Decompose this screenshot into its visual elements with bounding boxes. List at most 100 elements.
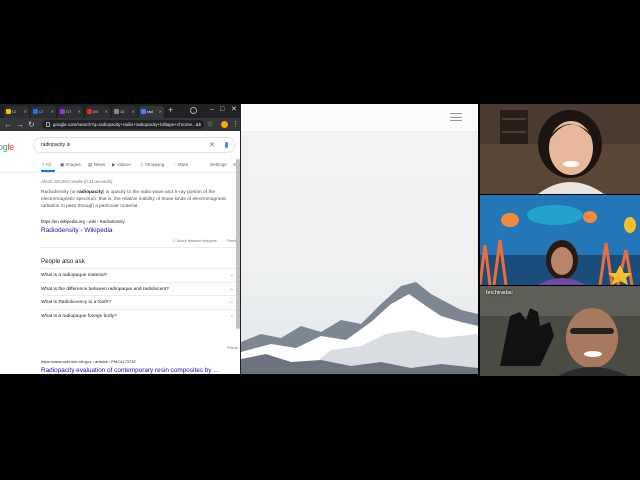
tab-favicon-icon: [114, 109, 119, 114]
search-query: radiopacity is: [41, 142, 71, 148]
close-tab-icon[interactable]: ✕: [105, 106, 108, 118]
extension-icon[interactable]: [221, 121, 228, 128]
google-logo[interactable]: ogle: [0, 142, 14, 152]
tab-label: Cl: [39, 109, 43, 114]
tab-images[interactable]: ▣ Images: [60, 162, 81, 168]
browser-tab[interactable]: (M ✕: [85, 106, 110, 118]
tab-label: rad: [147, 109, 153, 114]
tab-settings[interactable]: Settings: [210, 162, 227, 167]
close-tab-icon[interactable]: ✕: [51, 106, 54, 118]
divider: [0, 172, 240, 173]
tab-label: 10: [120, 109, 125, 114]
tab-news[interactable]: ▤ News: [88, 162, 105, 168]
close-window-icon[interactable]: ✕: [231, 104, 237, 116]
tab-label: GT: [66, 109, 72, 114]
tab-label: Videos: [116, 162, 131, 167]
close-tab-icon[interactable]: ✕: [78, 106, 81, 118]
result-title-link[interactable]: Radiodensity - Wikipedia: [41, 227, 113, 234]
address-bar[interactable]: google.com/search?q=radiopacity+radio+ra…: [42, 120, 204, 129]
participant-name: bnchiradac: [486, 290, 513, 296]
question-text: What is the difference between radiopaqu…: [41, 287, 169, 292]
browser-tab[interactable]: 10 ✕: [112, 106, 137, 118]
paa-question[interactable]: What is a radiopaque foreign body? ⌄: [41, 309, 237, 322]
result-cite: https://www.ncbi.nlm.nih.gov › articles …: [41, 359, 136, 364]
browser-tab[interactable]: Cl ✕: [31, 106, 56, 118]
minimize-icon[interactable]: –: [210, 104, 214, 116]
link-label: About featured snippets: [176, 239, 217, 243]
chevron-down-icon: ⌄: [229, 272, 234, 278]
logo-part: le: [7, 142, 14, 152]
hamburger-menu-icon[interactable]: [450, 113, 462, 121]
chevron-down-icon: ⌄: [229, 299, 234, 305]
browser-tab-active[interactable]: rad ✕: [139, 106, 164, 118]
lock-icon: [46, 122, 50, 127]
paa-question[interactable]: What is a radiopaque material? ⌄: [41, 268, 237, 281]
reload-icon[interactable]: ↻: [28, 118, 35, 131]
tab-label: More: [177, 162, 189, 167]
tab-label: All: [45, 162, 51, 167]
close-tab-icon[interactable]: ✕: [132, 106, 135, 118]
tab-favicon-icon: [33, 109, 38, 114]
chrome-window: Cl ✕ Cl ✕ GT ✕ (M ✕ 10 ✕ rad ✕ + – □ ✕ ← → ↻ g…: [0, 104, 241, 374]
snippet-text: Radiodensity (or: [41, 190, 78, 195]
tab-favicon-icon: [60, 109, 65, 114]
participant-video-tile[interactable]: [480, 195, 640, 285]
desktop-wallpaper: [241, 104, 478, 374]
clear-icon[interactable]: ✕: [209, 138, 215, 153]
google-results-page: ogle radiopacity is ✕ ⌕ All ▣ Images ▤ N…: [0, 131, 240, 374]
tab-all[interactable]: ⌕ All: [42, 162, 51, 167]
tab-videos[interactable]: ▶ Videos: [112, 162, 131, 168]
close-tab-icon[interactable]: ✕: [24, 106, 27, 118]
forward-icon[interactable]: →: [16, 118, 24, 131]
new-tab-icon[interactable]: +: [168, 105, 173, 115]
feedback-link[interactable]: Feedb: [227, 346, 238, 350]
chrome-menu-icon[interactable]: ⋮: [232, 118, 239, 131]
tab-shopping[interactable]: ◇ Shopping: [140, 162, 164, 168]
tab-search-icon[interactable]: [190, 107, 197, 114]
tab-label: Images: [65, 162, 81, 167]
paa-question[interactable]: What is the difference between radiopaqu…: [41, 282, 237, 295]
tab-label: News: [93, 162, 106, 167]
tab-label: Cl: [12, 109, 16, 114]
url-text: google.com/search?q=radiopacity+radio+ra…: [53, 122, 201, 127]
participant-video-tile[interactable]: [480, 104, 640, 194]
wallpaper-topbar: [241, 104, 478, 132]
microphone-icon[interactable]: [225, 142, 228, 148]
tab-favicon-icon: [87, 109, 92, 114]
tab-more[interactable]: ⋮ More: [172, 162, 188, 168]
scrollbar[interactable]: [236, 159, 240, 329]
maximize-icon[interactable]: □: [220, 104, 224, 116]
featured-snippet: Radiodensity (or radiopacity) is opacity…: [41, 189, 237, 210]
divider: [41, 247, 237, 248]
result-title-link[interactable]: Radiopacity evaluation of contemporary r…: [41, 367, 219, 374]
participant-video-image: [480, 286, 640, 376]
chevron-down-icon: ⌄: [229, 313, 234, 319]
result-cite: https://en.wikipedia.org › wiki › Radiod…: [41, 219, 125, 224]
tab-label: Shopping: [144, 162, 165, 167]
search-input[interactable]: radiopacity is ✕: [33, 137, 235, 153]
question-text: What is a radiopaque material?: [41, 273, 108, 278]
browser-tab[interactable]: GT ✕: [58, 106, 83, 118]
tab-favicon-icon: [141, 109, 146, 114]
question-text: What is a radiopaque foreign body?: [41, 314, 117, 319]
ocean-background-image: [480, 195, 640, 285]
participant-video-image: [480, 104, 640, 194]
about-featured-snippets-link[interactable]: ⓘ About featured snippets: [172, 239, 217, 244]
paa-question[interactable]: What is Radiolucency in a tooth? ⌄: [41, 295, 237, 308]
people-also-ask-heading: People also ask: [41, 258, 85, 265]
participant-video-tile[interactable]: bnchiradac: [480, 286, 640, 376]
zoom-meeting-view: Cl ✕ Cl ✕ GT ✕ (M ✕ 10 ✕ rad ✕ + – □ ✕ ← → ↻ g…: [0, 0, 640, 480]
bookmark-star-icon[interactable]: ☆: [207, 118, 213, 131]
snippet-bold: radiopacity: [77, 190, 103, 195]
snowy-mountains-image: [241, 282, 478, 374]
browser-tab[interactable]: Cl ✕: [4, 106, 29, 118]
back-icon[interactable]: ←: [4, 118, 12, 131]
result-stats: About 326,000 results (0.41 seconds): [41, 179, 113, 184]
tab-favicon-icon: [6, 109, 11, 114]
tab-label: (M: [93, 109, 98, 114]
close-tab-icon[interactable]: ✕: [159, 106, 162, 118]
shared-screen: Cl ✕ Cl ✕ GT ✕ (M ✕ 10 ✕ rad ✕ + – □ ✕ ← → ↻ g…: [0, 104, 478, 374]
tab-strip: Cl ✕ Cl ✕ GT ✕ (M ✕ 10 ✕ rad ✕ + – □ ✕: [0, 104, 240, 118]
browser-toolbar: ← → ↻ google.com/search?q=radiopacity+ra…: [0, 118, 240, 131]
question-text: What is Radiolucency in a tooth?: [41, 300, 111, 305]
